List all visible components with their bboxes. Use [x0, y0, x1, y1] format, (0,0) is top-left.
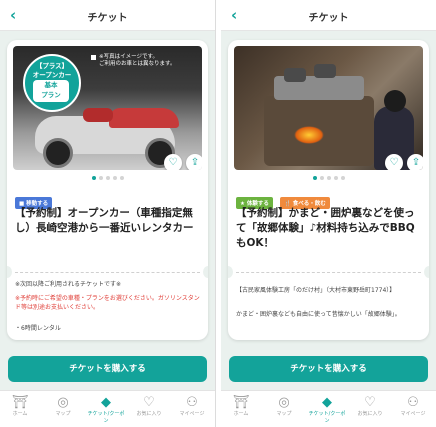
- plan-badge-line3: 基本: [44, 81, 58, 89]
- share-icon[interactable]: ⇪: [186, 154, 202, 170]
- share-icon[interactable]: ⇪: [407, 154, 423, 170]
- carousel-dot[interactable]: [312, 176, 317, 180]
- nav-item-map[interactable]: ◎ マップ: [43, 395, 83, 418]
- plan-badge-line2: オープンカー: [32, 71, 72, 79]
- ticket-description-line: ※次回以降ご利用されるチケットです※: [15, 281, 122, 288]
- pot: [314, 64, 336, 78]
- car-seat: [83, 108, 113, 122]
- map-pin-icon: ◎: [278, 395, 290, 410]
- nav-label: マップ: [55, 411, 71, 417]
- ticket-title: 【予約制】オープンカー（車種指定無し）長崎空港から一番近いレンタカー: [15, 207, 194, 234]
- ticket-photo[interactable]: 【プラス】 オープンカー 基本 プラン ※写真はイメージです。 ご利用のお車とは…: [13, 46, 202, 170]
- nav-item-home[interactable]: ⛩ ホーム: [0, 395, 40, 418]
- buy-ticket-button[interactable]: チケットを購入する: [229, 356, 428, 382]
- favorite-heart-icon[interactable]: ♡: [385, 154, 403, 170]
- plan-badge-line1: 【プラス】: [35, 62, 69, 70]
- child-head: [384, 90, 406, 112]
- ticket-notch-right: [203, 266, 208, 278]
- ticket-notch-left: [7, 266, 12, 278]
- car-wheel: [43, 138, 73, 168]
- ticket-divider: [236, 272, 421, 273]
- ticket-screen-kamado: ‹ チケット ♡ ⇪ ★ 体験する 🍴 食べる・飲む 【予約制】かまど・囲炉裏な…: [221, 0, 436, 427]
- plan-badge: 【プラス】 オープンカー 基本 プラン: [23, 54, 81, 112]
- nav-label: マップ: [276, 411, 292, 417]
- nav-label: マイページ: [400, 411, 426, 417]
- carousel-dot[interactable]: [326, 176, 331, 180]
- home-icon: ⛩: [232, 395, 250, 410]
- nav-label: マイページ: [179, 411, 205, 417]
- user-icon: ⚇: [407, 395, 419, 410]
- page-title: チケット: [87, 13, 128, 24]
- ticket-divider: [15, 272, 200, 273]
- photo-note: ※写真はイメージです。 ご利用のお車とは異なります。: [99, 54, 176, 67]
- ticket-notch-left: [228, 266, 233, 278]
- ticket-description-line: かまど・囲炉裏なども自由に使って昔懐かしい「故郷体験」。: [236, 311, 401, 318]
- heart-icon: ♡: [143, 395, 155, 410]
- nav-label: お気に入り: [136, 411, 162, 417]
- carousel-dot[interactable]: [319, 176, 324, 180]
- carousel-dot[interactable]: [98, 176, 103, 180]
- nav-label: チケット/クーポン: [87, 411, 125, 424]
- nav-label: ホーム: [12, 411, 28, 417]
- carousel-indicator: [228, 176, 429, 180]
- ticket-card: 【プラス】 オープンカー 基本 プラン ※写真はイメージです。 ご利用のお車とは…: [7, 40, 208, 340]
- ticket-description-line: 【古民家風体験工房「のだけ村」（大村市東野岳町1774）】: [236, 287, 396, 294]
- car-hood: [109, 108, 179, 128]
- bottom-nav: ⛩ ホーム ◎ マップ ◆ チケット/クーポン ♡ お気に入り ⚇ マイページ: [221, 390, 436, 427]
- carousel-indicator: [7, 176, 208, 180]
- photo-note-marker: [91, 55, 96, 60]
- plan-badge-line4: プラン: [41, 91, 61, 99]
- nav-item-home[interactable]: ⛩ ホーム: [221, 395, 261, 418]
- nav-item-favorites[interactable]: ♡ お気に入り: [129, 395, 169, 418]
- favorite-heart-icon[interactable]: ♡: [164, 154, 182, 170]
- ticket-photo[interactable]: ♡ ⇪: [234, 46, 423, 170]
- ticket-notice-red: ※予約時にご希望の車種・プランをお選びください。ガソリンスタンド等は別途お支払い…: [15, 295, 200, 311]
- ticket-icon: ◆: [322, 395, 332, 410]
- ticket-description-line: ・6時間レンタル: [15, 325, 61, 332]
- ticket-screen-open-car: ‹ チケット 【プラス】 オープンカー 基本 プラン ※写真はイメージです。 ご…: [0, 0, 216, 427]
- map-pin-icon: ◎: [57, 395, 69, 410]
- nav-item-mypage[interactable]: ⚇ マイページ: [172, 395, 212, 418]
- header: ‹ チケット: [221, 0, 436, 31]
- heart-icon: ♡: [364, 395, 376, 410]
- carousel-dot[interactable]: [333, 176, 338, 180]
- carousel-dot[interactable]: [119, 176, 124, 180]
- screenshot-pair: ‹ チケット 【プラス】 オープンカー 基本 プラン ※写真はイメージです。 ご…: [0, 0, 436, 427]
- carousel-dot[interactable]: [112, 176, 117, 180]
- fire: [294, 126, 324, 144]
- nav-item-map[interactable]: ◎ マップ: [264, 395, 304, 418]
- nav-label: お気に入り: [357, 411, 383, 417]
- nav-label: チケット/クーポン: [308, 411, 346, 424]
- bottom-nav: ⛩ ホーム ◎ マップ ◆ チケット/クーポン ♡ お気に入り ⚇ マイページ: [0, 390, 215, 427]
- buy-ticket-button[interactable]: チケットを購入する: [8, 356, 207, 382]
- nav-item-ticket[interactable]: ◆ チケット/クーポン: [86, 395, 126, 425]
- page-title: チケット: [308, 13, 349, 24]
- ticket-card: ♡ ⇪ ★ 体験する 🍴 食べる・飲む 【予約制】かまど・囲炉裏などを使って「故…: [228, 40, 429, 340]
- home-icon: ⛩: [11, 395, 29, 410]
- pot: [284, 68, 306, 82]
- carousel-dot[interactable]: [91, 176, 96, 180]
- nav-label: ホーム: [233, 411, 249, 417]
- user-icon: ⚇: [186, 395, 198, 410]
- nav-item-favorites[interactable]: ♡ お気に入り: [350, 395, 390, 418]
- carousel-dot[interactable]: [340, 176, 345, 180]
- ticket-title: 【予約制】かまど・囲炉裏などを使って「故郷体験」♪材料持ち込みでBBQもOK！: [236, 207, 415, 249]
- carousel-dot[interactable]: [105, 176, 110, 180]
- plan-badge-inner: 基本 プラン: [33, 80, 69, 102]
- header: ‹ チケット: [0, 0, 215, 31]
- nav-item-ticket[interactable]: ◆ チケット/クーポン: [307, 395, 347, 425]
- ticket-icon: ◆: [101, 395, 111, 410]
- nav-item-mypage[interactable]: ⚇ マイページ: [393, 395, 433, 418]
- ticket-notch-right: [424, 266, 429, 278]
